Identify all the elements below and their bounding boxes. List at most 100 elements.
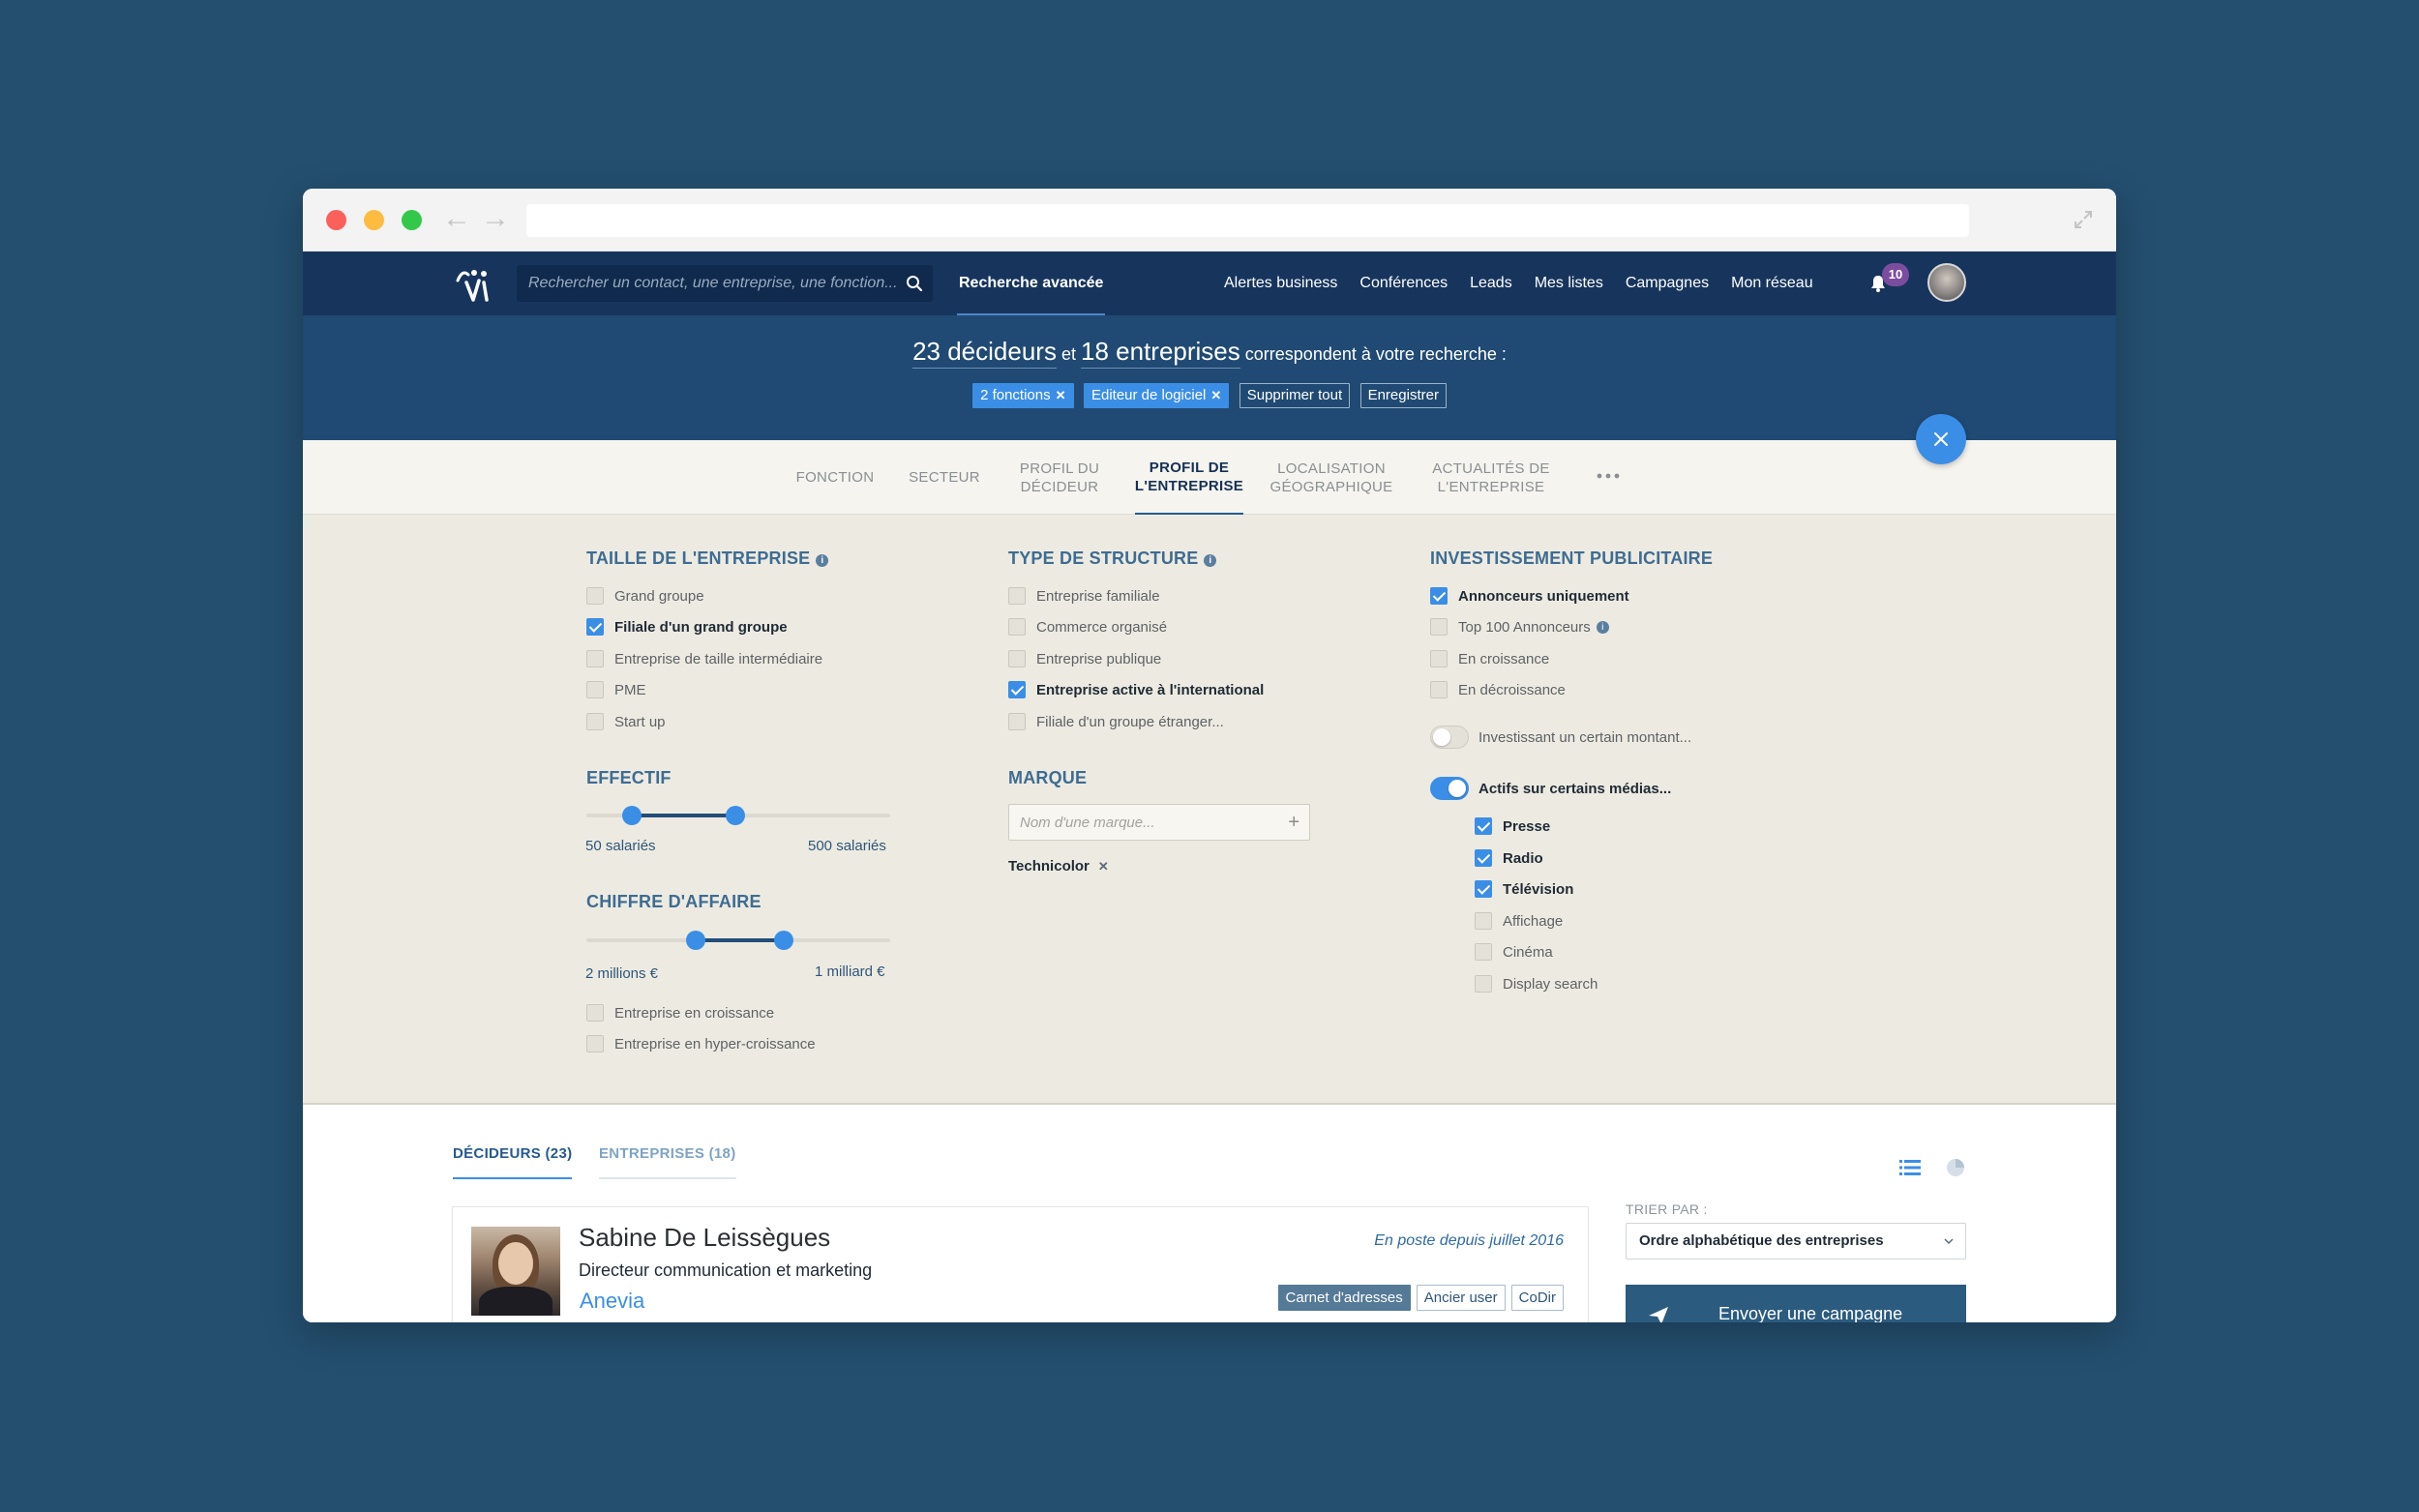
checkbox[interactable] [1475,849,1492,867]
fullscreen-icon[interactable] [2072,208,2095,231]
checkbox-familiale[interactable]: Entreprise familiale [1008,585,1160,607]
checkbox-filiale-grand-groupe[interactable]: Filiale d'un grand groupe [586,616,788,637]
checkbox[interactable] [586,1004,604,1022]
tab-localisation[interactable]: LOCALISATION GÉOGRAPHIQUE [1268,440,1395,515]
checkbox-start-up[interactable]: Start up [586,711,666,732]
checkbox-international[interactable]: Entreprise active à l'international [1008,679,1264,700]
slider-min-handle[interactable] [622,806,642,825]
checkbox[interactable] [1475,880,1492,898]
checkbox-croissance[interactable]: Entreprise en croissance [586,1002,774,1023]
info-icon[interactable]: i [816,554,829,567]
remove-chip-icon[interactable]: ✕ [1056,388,1066,402]
checkbox[interactable] [586,587,604,605]
brand-input[interactable] [1020,805,1281,840]
tab-profil-entreprise[interactable]: PROFIL DE L'ENTREPRISE [1135,440,1243,515]
save-search-button[interactable]: Enregistrer [1359,383,1447,408]
checkbox[interactable] [1008,650,1026,667]
close-filters-button[interactable] [1916,414,1966,464]
checkbox[interactable] [586,650,604,667]
checkbox-presse[interactable]: Presse [1475,815,1550,837]
checkbox-commerce-organise[interactable]: Commerce organisé [1008,616,1167,637]
brand-logo[interactable] [452,261,496,306]
checkbox[interactable] [1430,681,1448,698]
tab-secteur[interactable]: SECTEUR [901,440,988,515]
checkbox-display-search[interactable]: Display search [1475,973,1598,994]
checkbox-hyper-croissance[interactable]: Entreprise en hyper-croissance [586,1033,816,1054]
toggle-switch[interactable] [1430,777,1469,800]
tag-codir[interactable]: CoDir [1510,1285,1564,1311]
nav-leads[interactable]: Leads [1470,252,1512,315]
checkbox-en-decroissance[interactable]: En décroissance [1430,679,1566,700]
contact-company-link[interactable]: Anevia [580,1289,644,1314]
back-arrow-icon[interactable]: ← [442,201,471,236]
checkbox-grand-groupe[interactable]: Grand groupe [586,585,704,607]
user-avatar[interactable] [1927,263,1966,302]
nav-campagnes[interactable]: Campagnes [1626,252,1709,315]
toggle-montant-row[interactable]: Investissant un certain montant... [1430,726,1691,749]
checkbox[interactable] [1475,975,1492,993]
tab-fonction[interactable]: FONCTION [787,440,883,515]
checkbox-affichage[interactable]: Affichage [1475,910,1563,932]
checkbox-radio[interactable]: Radio [1475,847,1543,869]
pie-chart-icon[interactable] [1945,1157,1966,1178]
nav-conferences[interactable]: Conférences [1359,252,1448,315]
contact-name[interactable]: Sabine De Leissègues [579,1223,830,1253]
info-icon[interactable]: i [1596,620,1609,634]
checkbox-filiale-etranger[interactable]: Filiale d'un groupe étranger... [1008,711,1224,732]
checkbox[interactable] [586,713,604,730]
maximize-window-button[interactable] [402,210,422,230]
nav-mon-reseau[interactable]: Mon réseau [1731,252,1813,315]
checkbox-television[interactable]: Télévision [1475,878,1573,900]
checkbox[interactable] [1475,943,1492,961]
tag-carnet[interactable]: Carnet d'adresses [1277,1285,1411,1311]
checkbox[interactable] [586,618,604,636]
checkbox[interactable] [1430,618,1448,636]
nav-mes-listes[interactable]: Mes listes [1535,252,1603,315]
search-input[interactable] [528,265,896,302]
checkbox-top-100[interactable]: Top 100 Annonceurs i [1430,616,1609,637]
checkbox-en-croissance[interactable]: En croissance [1430,648,1549,669]
checkbox[interactable] [1008,713,1026,730]
checkbox[interactable] [1430,587,1448,605]
nav-alertes-business[interactable]: Alertes business [1224,252,1337,315]
minimize-window-button[interactable] [364,210,384,230]
checkbox[interactable] [1008,681,1026,698]
slider-max-handle[interactable] [725,806,745,825]
checkbox-pme[interactable]: PME [586,679,646,700]
close-window-button[interactable] [326,210,346,230]
sort-select[interactable]: Ordre alphabétique des entreprises [1626,1223,1966,1260]
checkbox-publique[interactable]: Entreprise publique [1008,648,1161,669]
search-icon[interactable] [906,275,923,292]
slider-min-handle[interactable] [686,931,706,950]
toggle-medias-row[interactable]: Actifs sur certains médias... [1430,777,1671,800]
slider-max-handle[interactable] [774,931,794,950]
checkbox[interactable] [1008,587,1026,605]
info-icon[interactable]: i [1204,554,1217,567]
chip-fonctions[interactable]: 2 fonctions ✕ [972,383,1074,408]
advanced-search-link[interactable]: Recherche avancée [957,252,1106,315]
tab-actualites[interactable]: ACTUALITÉS DE L'ENTREPRISE [1425,440,1557,515]
checkbox[interactable] [586,1035,604,1052]
entreprises-count-link[interactable]: 18 entreprises [1081,337,1240,369]
clear-all-button[interactable]: Supprimer tout [1239,383,1351,408]
chiffre-slider[interactable] [586,931,890,950]
remove-tag-icon[interactable]: ✕ [1098,859,1109,874]
checkbox[interactable] [1430,650,1448,667]
tag-ancier-user[interactable]: Ancier user [1416,1285,1506,1311]
list-view-icon[interactable] [1899,1159,1921,1176]
effectif-slider[interactable] [586,806,890,825]
decideur-card[interactable]: Sabine De Leissègues Directeur communica… [452,1206,1589,1322]
address-bar[interactable] [526,204,1969,237]
checkbox[interactable] [1475,912,1492,930]
remove-chip-icon[interactable]: ✕ [1210,388,1221,402]
checkbox-annonceurs[interactable]: Annonceurs uniquement [1430,585,1629,607]
add-icon[interactable]: + [1288,812,1299,833]
checkbox-cinema[interactable]: Cinéma [1475,941,1553,963]
more-tabs-icon[interactable] [1595,466,1622,486]
tab-decideurs[interactable]: DÉCIDEURS (23) [453,1145,573,1179]
send-campaign-button[interactable]: Envoyer une campagne [1626,1285,1966,1322]
tab-entreprises[interactable]: ENTREPRISES (18) [599,1145,736,1179]
tab-profil-decideur[interactable]: PROFIL DU DÉCIDEUR [1006,440,1113,515]
checkbox-eti[interactable]: Entreprise de taille intermédiaire [586,648,822,669]
decideurs-count-link[interactable]: 23 décideurs [912,337,1057,369]
